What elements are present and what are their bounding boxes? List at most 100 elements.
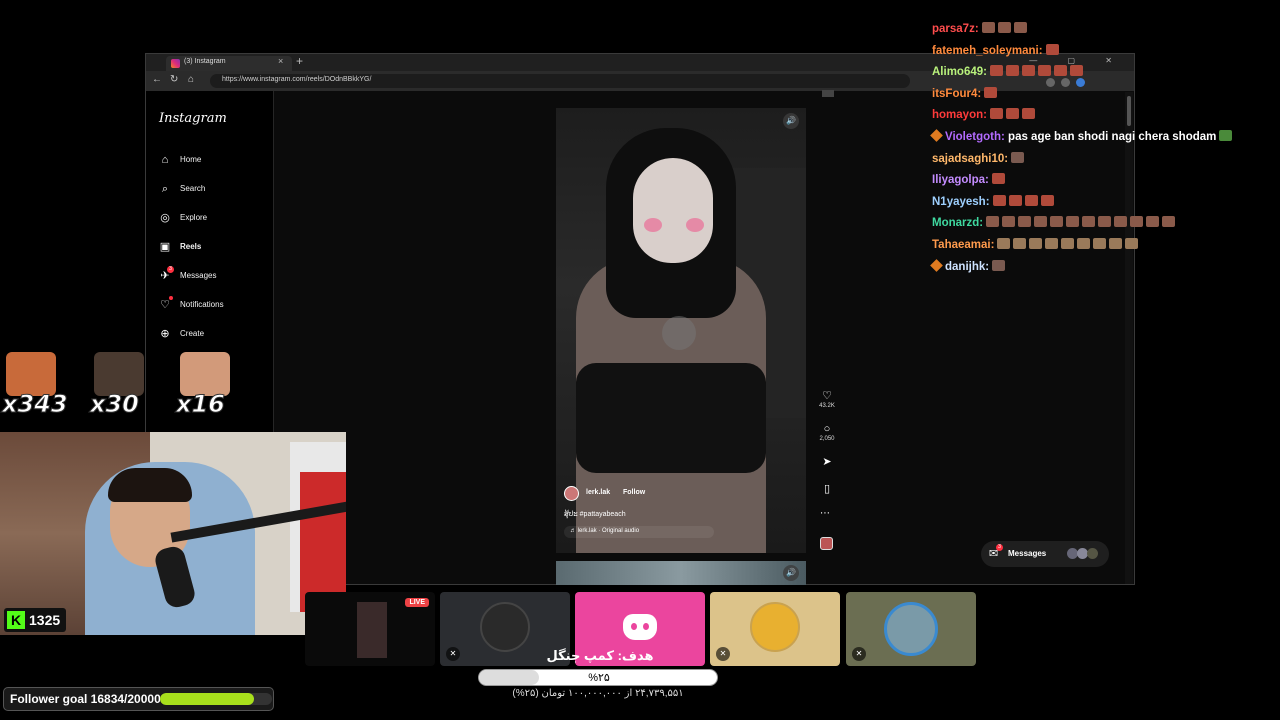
reload-icon[interactable]: ↻ [170, 74, 178, 85]
new-tab-button[interactable]: + [296, 54, 303, 68]
sidebar-item-label: Search [180, 184, 206, 193]
reel-username[interactable]: lerk.lak [586, 489, 610, 496]
home-icon[interactable]: ⌂ [188, 74, 194, 85]
follower-goal: Follower goal 16834/20000 [3, 687, 274, 711]
follow-button[interactable]: Follow [623, 489, 645, 496]
avatar[interactable] [564, 486, 579, 501]
emote-icon [1013, 237, 1027, 249]
video-subject-top [576, 363, 766, 473]
comment-button[interactable]: ○ 2,050 [814, 423, 840, 442]
chat-username[interactable]: homayon: [932, 109, 987, 121]
sidebar-item-messages[interactable]: ✈ 3 Messages [158, 266, 268, 287]
emote-counter: x30 [90, 352, 146, 419]
emote-icon [1005, 108, 1019, 120]
reel-video[interactable]: 🔊 lerk.lak Follow ສຸ້ປະ #pattayabeach ♬ … [556, 108, 806, 553]
sidebar-item-search[interactable]: ⌕ Search [158, 180, 268, 200]
play-pause-button[interactable] [662, 316, 696, 350]
mic-muted-icon: ✕ [716, 647, 730, 661]
instagram-logo[interactable]: Instagram [159, 111, 227, 126]
chat-message: fatemeh_soleymani: [932, 43, 1272, 66]
emote-icon [1098, 216, 1112, 228]
chat-username[interactable]: sajadsaghi10: [932, 153, 1008, 165]
emote-icon [986, 216, 1000, 228]
discord-tile-stream[interactable]: LIVE [305, 592, 435, 666]
messages-pill[interactable]: ✉ 3 Messages [981, 541, 1109, 567]
unread-badge: 3 [167, 266, 174, 273]
chat-username[interactable]: Violetgoth: [945, 131, 1005, 143]
emote-icon [1050, 216, 1064, 228]
chat-username[interactable]: Iliyagolpa: [932, 174, 989, 186]
emote-icon [1045, 237, 1059, 249]
address-bar[interactable]: https://www.instagram.com/reels/DOdnBBkk… [210, 74, 910, 88]
sidebar-item-explore[interactable]: ◎ Explore [158, 209, 268, 229]
emote-icon [997, 237, 1011, 249]
emote-icon [1034, 216, 1048, 228]
stream-chat: parsa7z: fatemeh_soleymani: Alimo649: itsFo… [930, 22, 1272, 281]
close-tab-icon[interactable]: × [278, 56, 283, 66]
emote-count: x16 [176, 390, 226, 419]
sidebar-item-home[interactable]: ⌂ Home [158, 151, 268, 171]
bookmark-icon: ▯ [823, 483, 831, 495]
chat-username[interactable]: N1yayesh: [932, 196, 990, 208]
back-icon[interactable]: ← [152, 74, 162, 85]
emote-icon [1093, 237, 1107, 249]
volume-icon[interactable]: 🔊 [783, 565, 799, 581]
chat-username[interactable]: fatemeh_soleymani: [932, 45, 1043, 57]
sidebar-item-label: Explore [180, 213, 208, 222]
like-button[interactable]: ♡ 43.2K [814, 390, 840, 409]
mic-muted-icon: ✕ [852, 647, 866, 661]
emote-icon [1146, 216, 1160, 228]
discord-tile-user[interactable]: ✕ [846, 592, 976, 666]
avatar [750, 602, 800, 652]
sidebar-item-label: Home [180, 155, 202, 164]
emote-counter: x16 [176, 352, 232, 419]
sidebar-item-label: Messages [180, 271, 217, 280]
emote-icon [984, 86, 998, 98]
follower-goal-fill [160, 693, 255, 705]
emote-icon [1109, 237, 1123, 249]
sidebar-item-notifications[interactable]: ♡ Notifications [158, 296, 268, 316]
chat-message: Monarzd: [932, 216, 1272, 238]
emote-icon [989, 108, 1003, 120]
follower-goal-label: Follower goal 16834/20000 [10, 692, 161, 706]
discord-tile-user[interactable]: ✕ [710, 592, 840, 666]
next-reel-preview[interactable]: 🔊 [556, 561, 806, 585]
chat-message: sajadsaghi10: [932, 151, 1272, 174]
avatar [884, 602, 938, 656]
sidebar-item-label: Create [180, 329, 205, 338]
chat-username[interactable]: danijhk: [945, 261, 989, 273]
home-icon: ⌂ [161, 154, 169, 166]
emote-icon [1162, 216, 1176, 228]
subscriber-badge-icon [930, 258, 943, 272]
sidebar-item-reels[interactable]: ▣ Reels [158, 238, 268, 258]
tab-instagram[interactable]: (3) Instagram × [166, 56, 292, 71]
emote-icon [992, 259, 1006, 271]
volume-icon[interactable]: 🔊 [783, 113, 799, 129]
emote-icon [1008, 194, 1022, 206]
emote-icon [1066, 216, 1080, 228]
emote-icon [1018, 216, 1032, 228]
more-options-icon[interactable]: ⋯ [820, 508, 830, 519]
chat-username[interactable]: parsa7z: [932, 23, 979, 35]
like-count: 43.2K [819, 403, 835, 409]
unread-badge: 3 [996, 544, 1003, 551]
audio-thumbnail[interactable] [820, 537, 833, 550]
chat-username[interactable]: Monarzd: [932, 217, 983, 229]
avatar [480, 602, 530, 652]
search-icon: ⌕ [161, 183, 169, 195]
kick-viewer-count: K 1325 [4, 608, 66, 632]
chat-username[interactable]: Tahaeamai: [932, 239, 994, 251]
sidebar-item-create[interactable]: ⊕ Create [158, 325, 268, 345]
emote-icon [1013, 22, 1027, 33]
reel-audio[interactable]: ♬ lerk.lak · Original audio [564, 526, 714, 538]
chat-username[interactable]: itsFour4: [932, 88, 981, 100]
viewer-count: 1325 [29, 612, 61, 628]
chat-username[interactable]: Alimo649: [932, 66, 987, 78]
share-button[interactable]: ➤ [814, 456, 840, 469]
blush-mark [644, 218, 662, 232]
emote-icon [1002, 216, 1016, 228]
streamer-webcam [0, 432, 346, 635]
emote-icon [1045, 43, 1059, 55]
save-button[interactable]: ▯ [814, 483, 840, 496]
reel-caption: ສຸ້ປະ #pattayabeach [564, 511, 626, 518]
